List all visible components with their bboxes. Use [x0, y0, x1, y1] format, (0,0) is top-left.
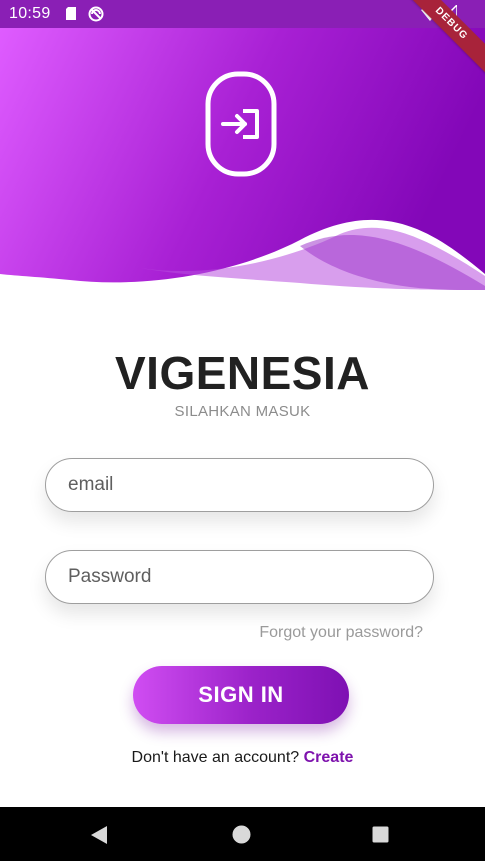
sd-card-icon: [66, 7, 76, 20]
email-input[interactable]: [46, 459, 433, 511]
app-subtitle: SILAHKAN MASUK: [174, 403, 311, 420]
navigation-bar: [0, 807, 485, 861]
status-bar: 10:59: [0, 0, 485, 28]
signup-row: Don't have an account? Create: [0, 749, 485, 767]
status-time: 10:59: [9, 5, 51, 22]
do-not-disturb-icon: [88, 6, 104, 22]
app-title: VIGENESIA: [114, 347, 370, 399]
back-icon[interactable]: [90, 825, 108, 845]
signup-prompt: Don't have an account?: [131, 749, 300, 766]
login-icon: [205, 71, 277, 177]
email-field[interactable]: [45, 458, 434, 512]
create-account-link[interactable]: Create: [304, 749, 354, 766]
sign-in-button[interactable]: SIGN IN: [133, 666, 349, 724]
password-field[interactable]: [45, 550, 434, 604]
home-icon[interactable]: [232, 825, 251, 844]
forgot-password-link[interactable]: Forgot your password?: [259, 624, 423, 642]
recents-icon[interactable]: [372, 826, 389, 843]
password-input[interactable]: [46, 551, 433, 603]
